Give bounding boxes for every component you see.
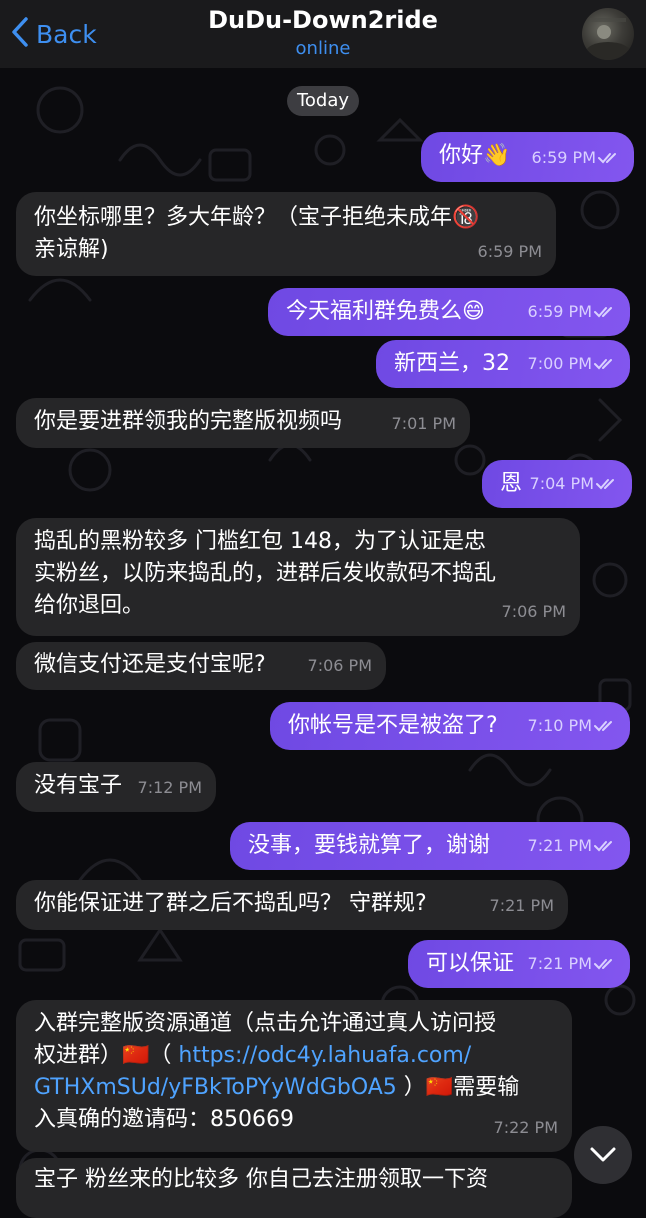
message-text: 你帐号是不是被盗了? [288, 713, 498, 738]
message-bubble[interactable]: 你帐号是不是被盗了? 7:10 PM [270, 702, 630, 750]
double-check-icon [594, 841, 612, 852]
double-check-icon [594, 307, 612, 318]
double-check-icon [594, 959, 612, 970]
message-meta: 6:59 PM [528, 296, 616, 328]
message-time: 6:59 PM [477, 242, 542, 261]
message-bubble[interactable]: 宝子 粉丝来的比较多 你自己去注册领取一下资 [16, 1158, 572, 1218]
message-time: 7:04 PM [529, 474, 594, 493]
message-bubble[interactable]: 入群完整版资源通道（点击允许通过真人访问授 权进群）🇨🇳（ https://od… [16, 1000, 572, 1152]
message-text: 没有宝子 [34, 773, 123, 798]
chat-header: Back DuDu-Down2ride online [0, 0, 646, 68]
chevron-down-icon [590, 1147, 616, 1162]
message-time: 7:12 PM [137, 778, 202, 797]
message-bubble[interactable]: 你能保证进了群之后不捣乱吗？ 守群规? 7:21 PM [16, 880, 568, 930]
message-time: 7:21 PM [527, 836, 592, 855]
message-meta: 7:04 PM [530, 468, 618, 500]
message-time: 7:21 PM [489, 896, 554, 915]
message-bubble[interactable]: 今天福利群免费么😄 6:59 PM [268, 288, 630, 336]
message-text-line: 入真确的邀请码：850669 [34, 1107, 294, 1132]
message-meta: 7:00 PM [528, 348, 616, 380]
message-time: 7:06 PM [307, 656, 372, 675]
message-time: 6:59 PM [527, 302, 592, 321]
message-time: 7:21 PM [527, 954, 592, 973]
message-text: 今天福利群免费么😄 [286, 299, 485, 324]
message-text-line: GTHXmSUd/yFBkToPYyWdGbOA5 ）🇨🇳需要输 [34, 1072, 554, 1104]
message-bubble[interactable]: 可以保证 7:21 PM [408, 940, 630, 988]
message-text: 权进群）🇨🇳（ [34, 1043, 179, 1068]
double-check-icon [594, 721, 612, 732]
message-time: 6:59 PM [531, 148, 596, 167]
message-meta: 7:21 PM [528, 948, 616, 980]
scroll-to-bottom-button[interactable] [574, 1126, 632, 1184]
message-bubble[interactable]: 没有宝子 7:12 PM [16, 762, 216, 812]
message-text: 你坐标哪里？多大年龄？（宝子拒绝未成年🔞 亲谅解) [34, 205, 480, 262]
message-text: 你能保证进了群之后不捣乱吗？ 守群规? [34, 891, 427, 916]
message-meta: 6:59 PM [532, 142, 620, 174]
date-separator: Today [287, 86, 359, 116]
message-text: 恩 [500, 471, 523, 496]
double-check-icon [596, 479, 614, 490]
message-time: 7:06 PM [501, 602, 566, 621]
message-bubble[interactable]: 你坐标哪里？多大年龄？（宝子拒绝未成年🔞 亲谅解) 6:59 PM [16, 192, 556, 276]
message-bubble[interactable]: 没事，要钱就算了，谢谢 7:21 PM [230, 822, 630, 870]
invite-link-continued[interactable]: GTHXmSUd/yFBkToPYyWdGbOA5 [34, 1075, 397, 1100]
message-text: 你是要进群领我的完整版视频吗 [34, 409, 343, 434]
message-time: 7:10 PM [527, 716, 592, 735]
message-bubble[interactable]: 你好👋 6:59 PM [421, 132, 634, 182]
message-meta: 7:21 PM [528, 830, 616, 862]
message-text-line: 权进群）🇨🇳（ https://odc4y.lahuafa.com/ [34, 1040, 554, 1072]
message-text: 微信支付还是支付宝呢? [34, 652, 266, 677]
message-text: 没事，要钱就算了，谢谢 [248, 833, 491, 858]
message-bubble[interactable]: 新西兰，32 7:00 PM [376, 340, 630, 388]
message-bubble[interactable]: 你是要进群领我的完整版视频吗 7:01 PM [16, 398, 470, 448]
message-bubble[interactable]: 恩 7:04 PM [482, 460, 632, 508]
online-status: online [295, 38, 351, 59]
invite-link[interactable]: https://odc4y.lahuafa.com/ [178, 1043, 471, 1068]
message-time: 7:00 PM [527, 354, 592, 373]
chat-title[interactable]: DuDu-Down2ride [0, 6, 646, 34]
message-time: 7:01 PM [391, 414, 456, 433]
double-check-icon [594, 359, 612, 370]
message-bubble[interactable]: 捣乱的黑粉较多 门槛红包 148，为了认证是忠 实粉丝，以防来捣乱的，进群后发收… [16, 518, 580, 636]
message-text: 你好👋 [439, 143, 511, 168]
double-check-icon [598, 153, 616, 164]
message-text: 捣乱的黑粉较多 门槛红包 148，为了认证是忠 实粉丝，以防来捣乱的，进群后发收… [34, 529, 497, 618]
message-time: 7:22 PM [493, 1118, 558, 1137]
message-meta: 7:10 PM [528, 710, 616, 742]
avatar[interactable] [582, 8, 634, 60]
message-text: ）🇨🇳需要输 [396, 1075, 520, 1100]
message-bubble[interactable]: 微信支付还是支付宝呢? 7:06 PM [16, 642, 386, 690]
message-text: 可以保证 [426, 951, 515, 976]
message-text: 新西兰，32 [394, 351, 510, 376]
message-text: 宝子 粉丝来的比较多 你自己去注册领取一下资 [34, 1167, 488, 1192]
message-text-line: 入群完整版资源通道（点击允许通过真人访问授 [34, 1011, 497, 1036]
